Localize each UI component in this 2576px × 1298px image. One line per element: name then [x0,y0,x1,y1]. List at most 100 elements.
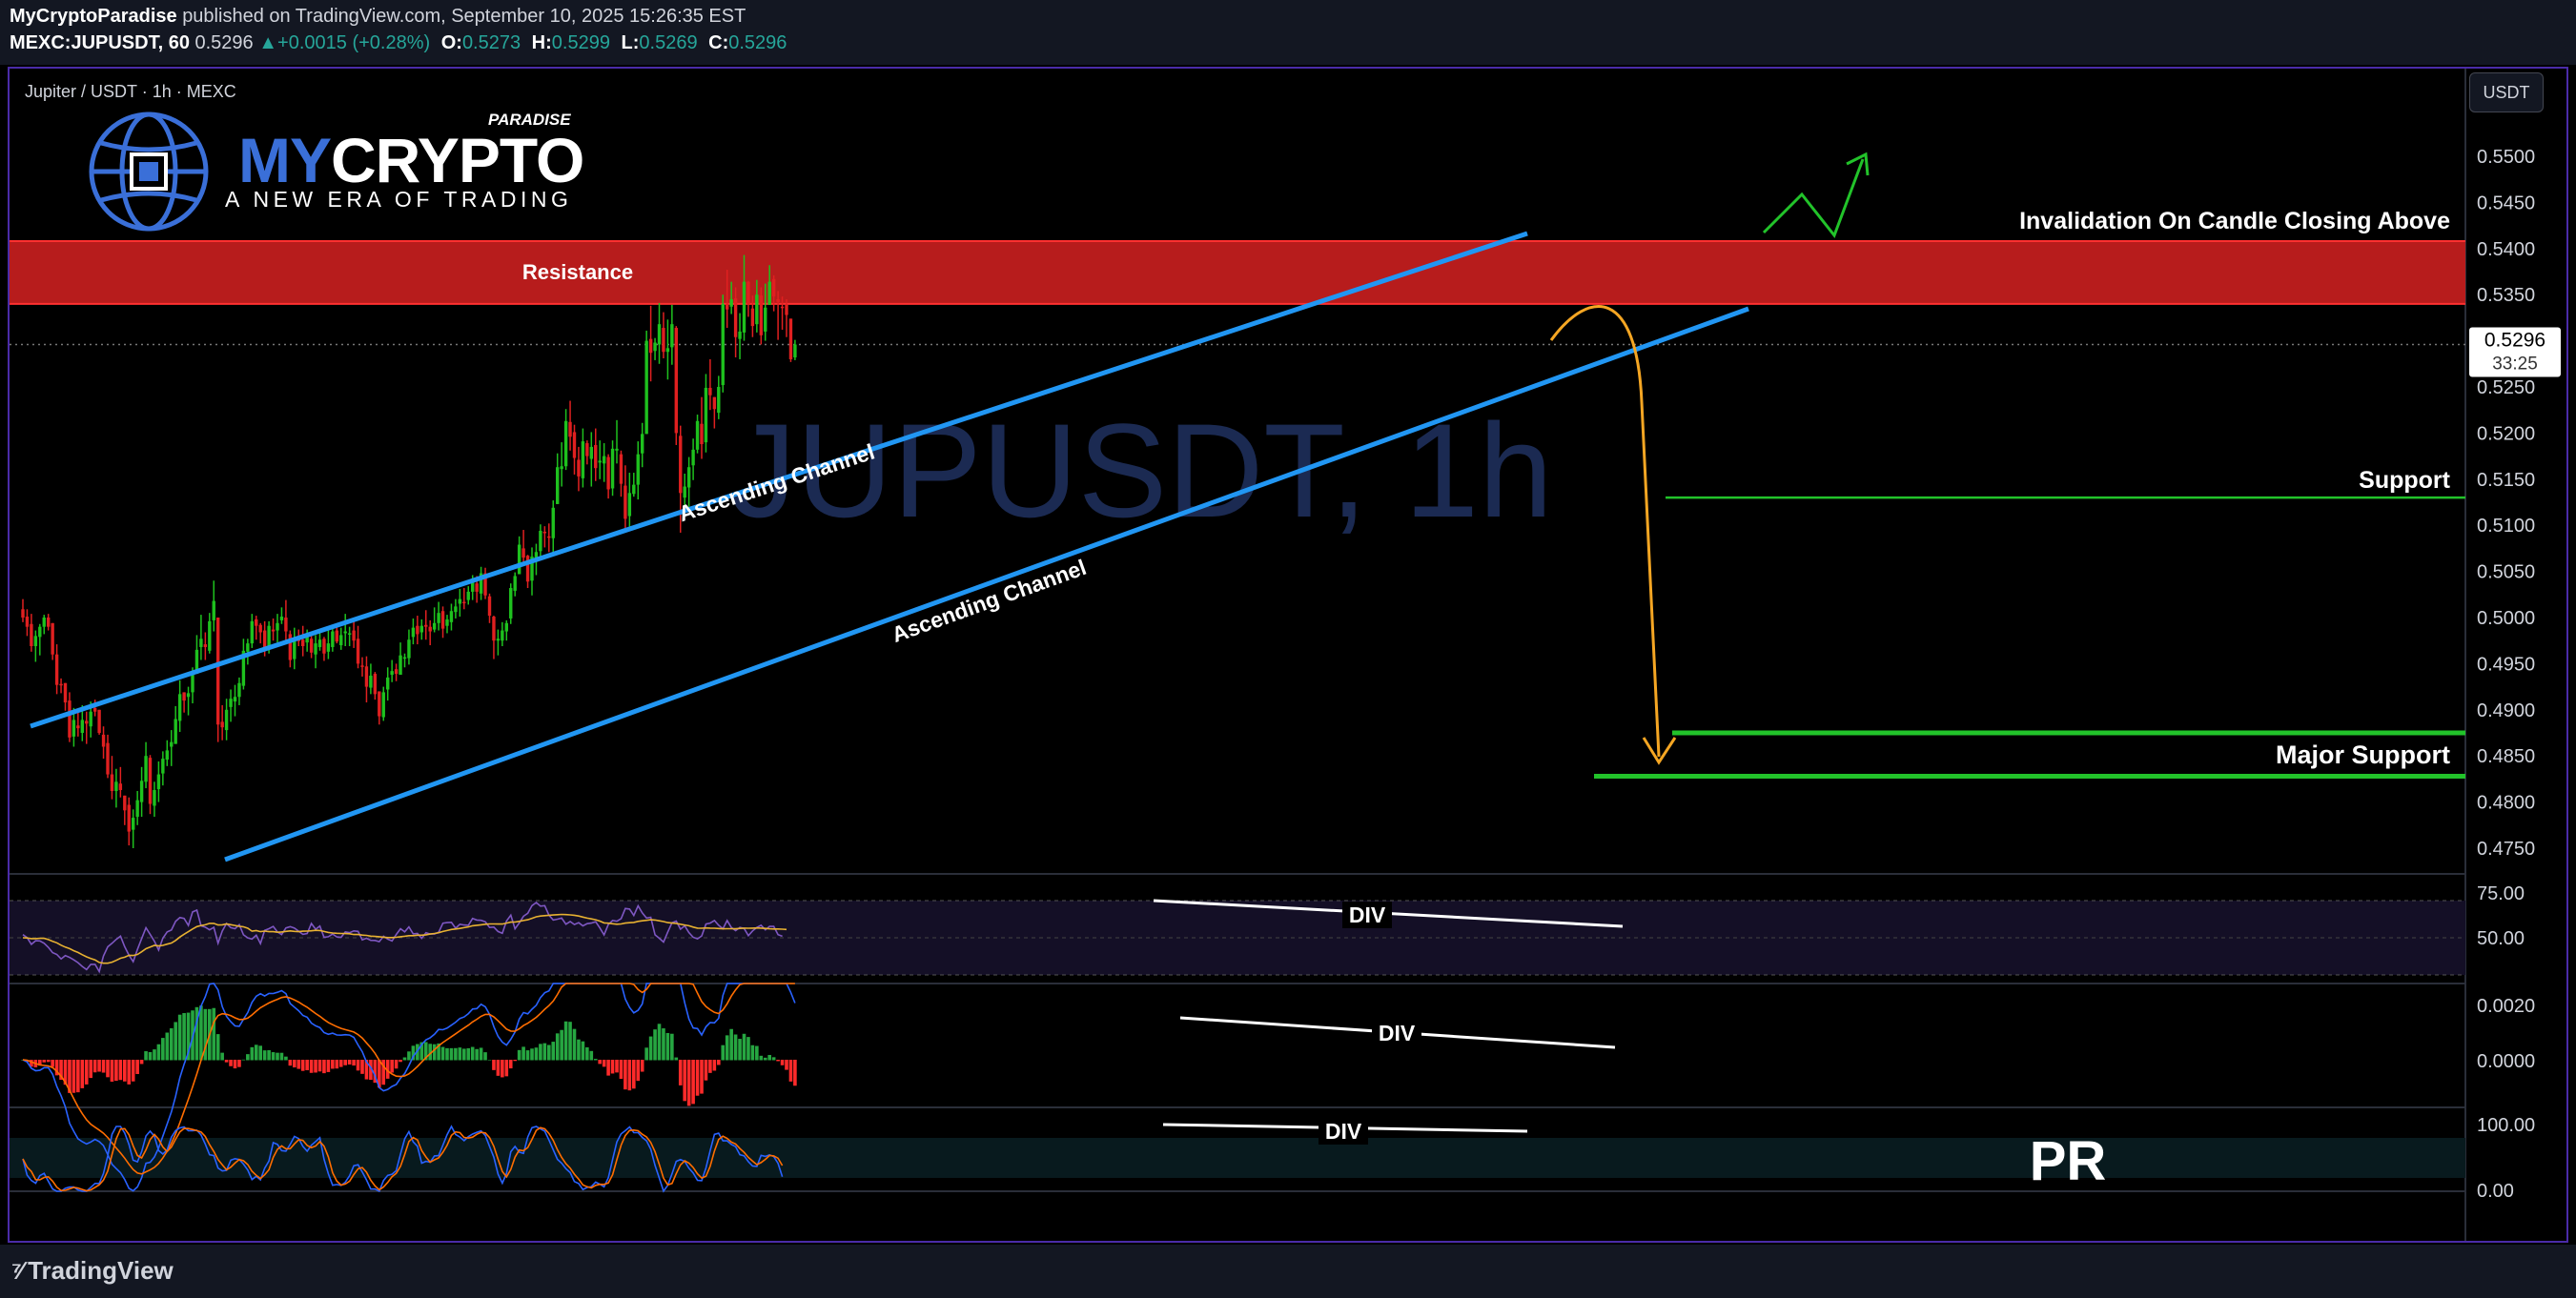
macd-histogram-bar [267,1049,271,1061]
price-axis-label: 0.5450 [2477,193,2535,213]
macd-histogram-bar [212,1007,216,1061]
published-text: published on TradingView.com, September … [182,6,746,27]
macd-histogram-bar [657,1024,662,1061]
candle-body [301,639,305,647]
candle-body [437,613,440,623]
candle-body [326,643,331,652]
macd-histogram-bar [470,1046,475,1061]
macd-histogram-bar [530,1048,534,1061]
candle-body [619,454,624,484]
candle-body [25,617,30,627]
macd-histogram-bar [407,1051,411,1061]
ohlc-line: MEXC:JUPUSDT, 60 0.5296 ▲+0.0015 (+0.28%… [10,32,787,54]
candle-body [30,623,33,647]
candle-body [560,466,563,470]
macd-histogram-bar [284,1056,288,1061]
macd-histogram-bar [161,1038,165,1061]
candle-body [598,460,602,463]
macd-histogram-bar [767,1054,771,1061]
macd-histogram-bar [276,1052,279,1061]
macd-histogram-bar [445,1047,449,1061]
candle-body [454,606,458,613]
candle-body [525,556,530,582]
candle-body [369,675,373,688]
currency-button[interactable]: USDT [2469,72,2544,112]
macd-histogram-bar [763,1057,767,1061]
macd-histogram-bar [555,1033,560,1061]
macd-histogram-bar [776,1060,780,1062]
candle-body [657,324,662,345]
price-axis-label: 0.5400 [2477,239,2535,260]
macd-histogram-bar [80,1060,85,1088]
macd-histogram-bar [309,1060,314,1073]
macd-histogram-bar [360,1060,364,1074]
macd-histogram-bar [199,1005,203,1061]
candle-body [670,324,674,348]
macd-histogram-bar [399,1060,402,1063]
candle-body [750,308,755,327]
candle-body [712,396,717,410]
candle-body [466,591,470,600]
price-chart[interactable]: 0.55000.54500.54000.53500.53000.52500.52… [10,69,2566,1241]
candle-body [352,630,356,641]
macd-histogram-bar [717,1060,721,1065]
candle-body [402,657,407,659]
logo-tagline: A NEW ERA OF TRADING [225,187,573,212]
macd-histogram-bar [581,1041,585,1061]
macd-histogram-bar [352,1060,356,1066]
candle-body [68,700,72,738]
candle-body [462,601,466,604]
candle-body [449,611,454,622]
macd-histogram-bar [513,1060,517,1062]
macd-histogram-bar [504,1060,509,1077]
candle-body [322,639,326,654]
candle-body [641,434,644,454]
macd-histogram-bar [615,1060,619,1073]
candle-body [746,281,750,304]
macd-histogram-bar [539,1044,542,1061]
macd-histogram-bar [483,1052,487,1061]
candle-body [785,304,788,315]
macd-histogram-bar [46,1060,51,1063]
macd-histogram-bar [610,1060,615,1074]
macd-histogram-bar [547,1044,551,1061]
macd-histogram-bar [771,1057,776,1061]
macd-histogram-bar [440,1046,445,1061]
candle-body [101,734,106,747]
publisher-name[interactable]: MyCryptoParadise [10,6,177,27]
candle-body [110,774,114,791]
macd-histogram-bar [454,1047,458,1061]
candle-body [686,467,691,488]
candle-body [220,721,224,728]
macd-histogram-bar [76,1060,80,1093]
candle-body [700,423,704,445]
candle-body [394,669,399,675]
tradingview-logo[interactable]: ⁷∕ TradingView [11,1256,174,1286]
symbol-label: MEXC:JUPUSDT, 60 [10,32,190,53]
macd-histogram-bar [665,1032,670,1061]
candle-body [475,583,479,592]
macd-histogram-bar [487,1059,492,1061]
candle-body [76,725,80,729]
macd-histogram-bar [785,1060,788,1070]
candle-body [458,598,462,604]
macd-histogram-bar [466,1047,471,1061]
candle-body [255,619,258,626]
major-support-label: Major Support [2276,740,2450,769]
macd-histogram-bar [725,1035,729,1061]
macd-histogram-bar [508,1060,513,1069]
macd-histogram-bar [700,1060,704,1094]
macd-histogram-bar [118,1060,123,1081]
candle-body [54,654,59,685]
macd-histogram-bar [598,1060,602,1065]
candle-body [250,620,254,644]
macd-histogram-bar [144,1051,148,1061]
candle-body [123,795,127,811]
candle-body [683,486,686,498]
macd-histogram-bar [670,1033,674,1061]
candle-body [356,639,360,664]
macd-histogram-bar [288,1060,293,1066]
macd-histogram-bar [683,1060,686,1102]
macd-histogram-bar [577,1039,581,1061]
macd-histogram-bar [51,1060,54,1067]
